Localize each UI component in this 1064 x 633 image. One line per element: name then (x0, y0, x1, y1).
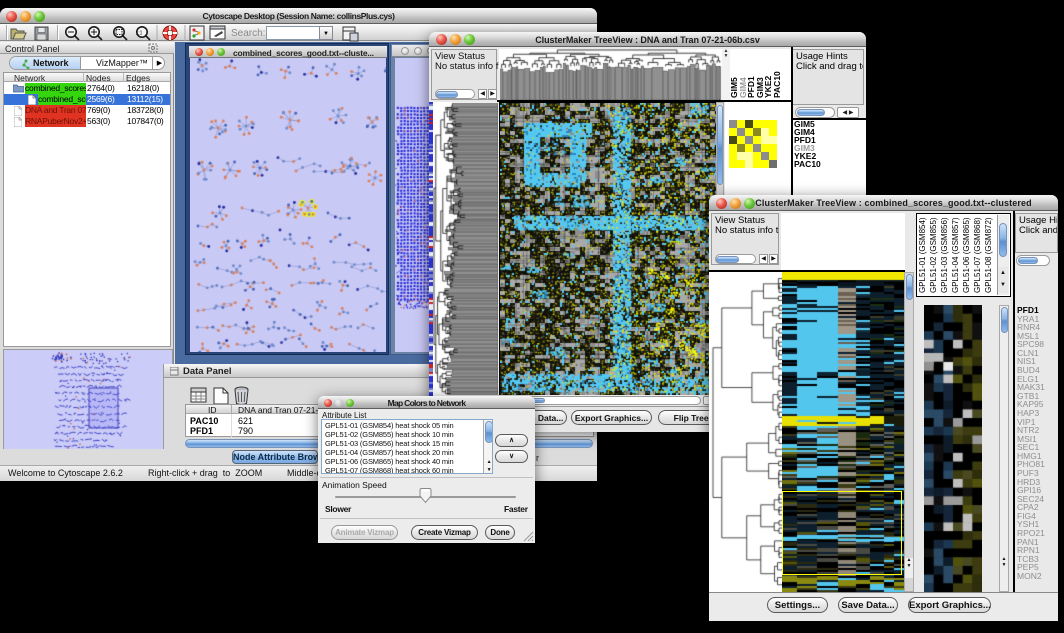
svg-text:1:1: 1:1 (136, 31, 143, 37)
